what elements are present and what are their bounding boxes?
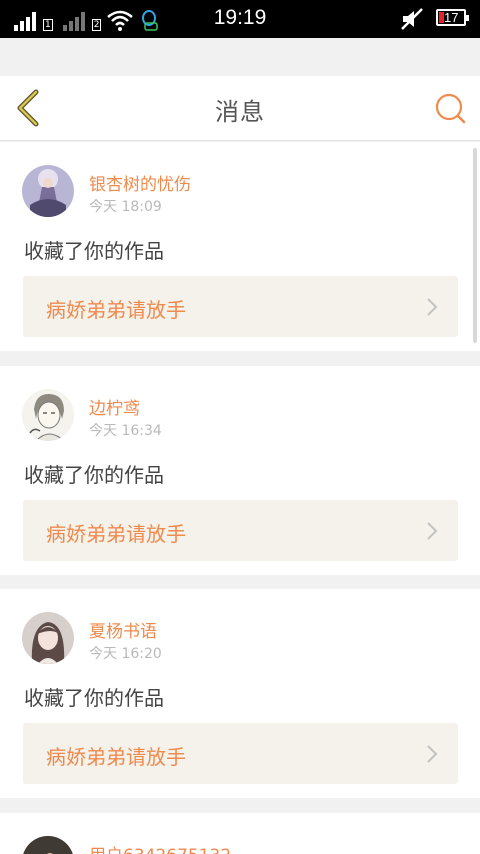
chevron-right-icon	[427, 298, 438, 316]
avatar[interactable]	[22, 836, 74, 854]
message-time: 今天 18:09	[89, 199, 162, 215]
avatar[interactable]	[22, 165, 74, 217]
message-card[interactable]: 夏杨书语 今天 16:20 收藏了你的作品 病娇弟弟请放手	[0, 589, 480, 798]
avatar[interactable]	[22, 612, 74, 664]
work-link[interactable]: 病娇弟弟请放手	[23, 500, 458, 561]
work-title: 病娇弟弟请放手	[46, 298, 186, 322]
work-link[interactable]: 病娇弟弟请放手	[23, 723, 458, 784]
chevron-right-icon	[427, 522, 438, 540]
message-card[interactable]: 边柠鸢 今天 16:34 收藏了你的作品 病娇弟弟请放手	[0, 366, 480, 575]
username[interactable]: 银杏树的忧伤	[89, 170, 191, 195]
avatar[interactable]	[22, 389, 74, 441]
work-link[interactable]: 病娇弟弟请放手	[23, 276, 458, 337]
battery-level: 17	[444, 10, 459, 25]
message-card[interactable]: 用户6342675132	[0, 813, 480, 854]
username[interactable]: 边柠鸢	[89, 394, 140, 419]
message-time: 今天 16:34	[89, 423, 162, 439]
work-title: 病娇弟弟请放手	[46, 522, 186, 546]
message-time: 今天 16:20	[89, 646, 162, 662]
username[interactable]: 夏杨书语	[89, 617, 157, 642]
nav-header: 消息	[0, 76, 480, 141]
battery-icon: 17	[436, 9, 469, 26]
username[interactable]: 用户6342675132	[89, 841, 231, 854]
chevron-right-icon	[427, 745, 438, 763]
action-text: 收藏了你的作品	[24, 239, 164, 263]
work-title: 病娇弟弟请放手	[46, 745, 186, 769]
scrollbar[interactable]	[473, 148, 477, 343]
search-icon[interactable]	[434, 92, 466, 124]
message-card[interactable]: 银杏树的忧伤 今天 18:09 收藏了你的作品 病娇弟弟请放手	[0, 142, 480, 351]
action-text: 收藏了你的作品	[24, 686, 164, 710]
mute-icon	[401, 8, 423, 30]
page-title: 消息	[215, 98, 265, 126]
action-text: 收藏了你的作品	[24, 463, 164, 487]
status-bar: 1 2 19:19 17	[0, 0, 480, 38]
